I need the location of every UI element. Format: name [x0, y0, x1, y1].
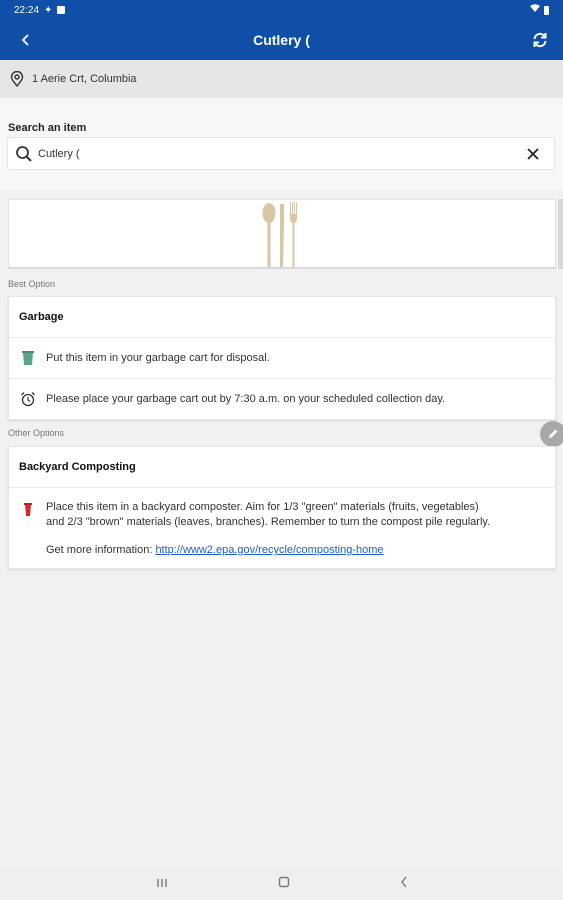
refresh-icon	[533, 32, 547, 48]
search-input[interactable]	[38, 147, 518, 160]
compost-details: Place this item in a backyard composter.…	[9, 487, 555, 568]
compost-description-line-2: and 2/3 "brown" materials (leaves, branc…	[46, 516, 491, 528]
notification-app-icon	[57, 6, 66, 14]
collection-time-text: Please place your garbage cart out by 7:…	[46, 393, 446, 405]
recent-apps-icon	[156, 879, 167, 887]
pencil-icon	[549, 429, 558, 438]
cutlery-icon	[262, 201, 297, 267]
address-bar[interactable]: 1 Aerie Crt, Columbia	[0, 60, 563, 98]
other-option-title: Backyard Composting	[19, 461, 136, 473]
clear-search-button[interactable]	[518, 147, 548, 160]
refresh-button[interactable]	[527, 27, 553, 53]
list-item: Please place your garbage cart out by 7:…	[9, 378, 555, 419]
alarm-clock-icon	[19, 391, 36, 407]
address-text: 1 Aerie Crt, Columbia	[32, 73, 137, 85]
garbage-instruction-text: Put this item in your garbage cart for d…	[46, 352, 270, 364]
more-info-row: Get more information: http://www2.epa.go…	[46, 543, 490, 558]
chevron-left-icon	[21, 34, 29, 46]
scroll-indicator[interactable]	[558, 199, 563, 269]
garbage-cart-icon	[19, 350, 36, 366]
search-box[interactable]	[7, 137, 555, 170]
search-icon	[10, 145, 38, 163]
back-arrow-icon	[400, 876, 407, 888]
best-option-card: Garbage Put this item in your garbage ca…	[8, 296, 556, 420]
home-icon	[278, 876, 289, 888]
compost-bin-icon	[19, 500, 36, 558]
item-image	[8, 199, 556, 269]
other-options-label: Other Options	[8, 428, 65, 438]
best-option-title: Garbage	[19, 311, 64, 323]
app-bar: Cutlery (	[0, 20, 563, 60]
best-option-label: Best Option	[8, 279, 56, 289]
more-info-label: Get more information:	[46, 544, 156, 556]
recent-apps-button[interactable]	[156, 875, 168, 893]
status-bar: 22:24 ✦	[0, 0, 563, 20]
composting-link[interactable]: http://www2.epa.gov/recycle/composting-h…	[155, 544, 383, 556]
back-button[interactable]	[14, 28, 38, 52]
home-button[interactable]	[278, 875, 290, 893]
close-icon	[527, 147, 539, 160]
location-pin-icon	[10, 71, 24, 87]
search-label: Search an item	[8, 122, 87, 134]
wifi-icon	[530, 4, 540, 16]
notification-star-icon: ✦	[44, 4, 53, 16]
edit-button[interactable]	[540, 421, 563, 447]
battery-icon	[544, 5, 549, 15]
compost-description-line-1: Place this item in a backyard composter.…	[46, 501, 479, 513]
page-title: Cutlery (	[253, 32, 310, 48]
other-options-card: Backyard Composting Place this item in a…	[8, 446, 556, 569]
status-time: 22:24	[14, 4, 40, 16]
system-back-button[interactable]	[400, 875, 408, 893]
system-nav-bar	[0, 868, 563, 900]
list-item: Put this item in your garbage cart for d…	[9, 337, 555, 378]
